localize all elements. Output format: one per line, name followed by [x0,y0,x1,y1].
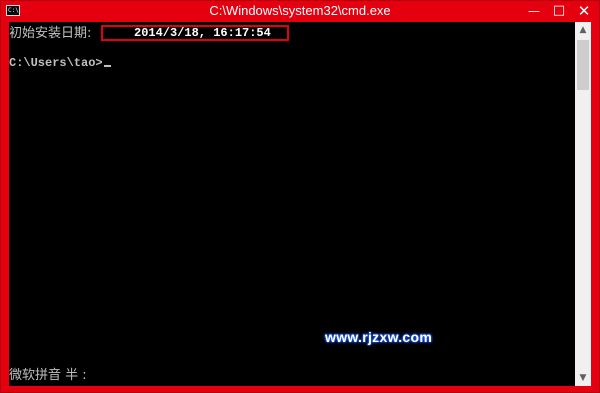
text-cursor [103,65,111,67]
prompt-text: C:\Users\tao> [9,56,103,70]
close-icon: ✕ [577,2,591,20]
cmd-window: C:\ C:\Windows\system32\cmd.exe — □ ✕ 初始… [0,0,600,393]
window-border-right [591,22,599,386]
close-button[interactable]: ✕ [571,1,597,21]
scroll-down-icon[interactable]: ▼ [575,370,591,386]
maximize-button[interactable]: □ [549,1,569,21]
maximize-icon: □ [552,3,566,18]
title-bar[interactable]: C:\ C:\Windows\system32\cmd.exe — □ ✕ [1,1,599,21]
window-title: C:\Windows\system32\cmd.exe [209,3,391,18]
install-date-label: 初始安装日期: [9,26,92,41]
console-output[interactable]: 初始安装日期: 2014/3/18, 16:17:54 C:\Users\tao… [9,22,575,386]
scroll-up-icon[interactable]: ▲ [575,22,591,38]
minimize-icon: — [528,4,540,18]
minimize-button[interactable]: — [523,1,545,21]
watermark-text: www.rjzxw.com [325,329,433,345]
scrollbar-thumb[interactable] [577,40,589,90]
install-date-value: 2014/3/18, 16:17:54 [134,26,271,40]
command-prompt[interactable]: C:\Users\tao> [9,56,111,70]
ime-status: 微软拼音 半 : [9,368,87,383]
vertical-scrollbar[interactable]: ▲ ▼ [575,22,591,386]
